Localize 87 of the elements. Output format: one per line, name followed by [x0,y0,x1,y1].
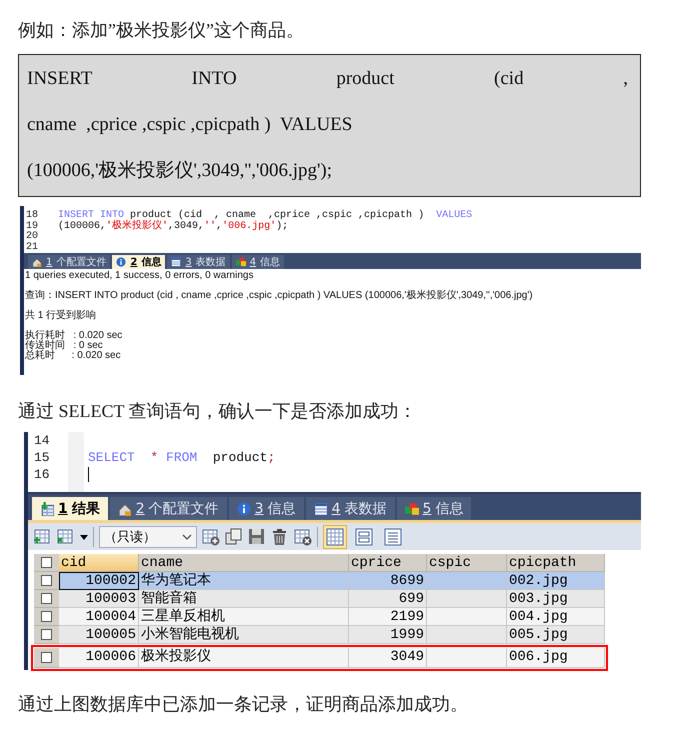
chevron-icon [182,532,192,542]
table-row[interactable]: 100003 智能音箱 699 003.jpg [34,590,605,608]
table-cell: 小米智能电视机 [139,626,349,644]
checkbox[interactable] [41,611,52,622]
table-icon [171,257,182,267]
table-cell: 100005 [59,626,139,644]
line-number: 21 [25,242,40,253]
line-number: 19 [25,222,40,232]
code-token: ); [276,222,288,232]
message-line: 共 1 行受到影响 [25,311,98,321]
table-row[interactable]: 100006 极米投影仪 3049 006.jpg [31,645,608,671]
column-header[interactable]: cname [139,554,349,572]
paragraph: 通过 SELECT 查询语句，确认一下是否添加成功： [18,400,418,423]
grid-x-icon[interactable] [294,528,312,546]
code-token: INSERT INTO [58,211,124,221]
table-cell: 1999 [349,626,427,644]
info-icon [116,257,126,267]
table-row[interactable]: 100004 三星单反相机 2199 004.jpg [34,608,605,626]
checkbox[interactable] [41,629,52,640]
tab[interactable]: 3 表数据 [167,255,230,269]
checkbox[interactable] [41,557,52,568]
table-cell: 3049 [349,648,427,668]
info-icon [236,502,251,516]
code-line: (100006,'极米投影仪',3049,'','006.jpg'); [27,159,334,183]
line-number: 16 [33,466,51,483]
house-icon [32,257,42,267]
checkbox[interactable] [41,652,52,663]
code-token: ; [267,449,276,466]
grid-copy-icon[interactable] [57,528,75,546]
code-line: cname ,cprice ,cspic ,cpicpath ) VALUES [27,113,354,137]
code-token: * [149,449,158,466]
column-header[interactable]: cid [59,554,139,572]
line-number: 20 [25,232,40,242]
message-line: 查询：INSERT INTO product (cid , cname ,cprice ,cspic ,cpicpath ) VALUES (100006,'极米投影仪',3049,'','006.jpg') [25,291,534,301]
line-number: 18 [25,211,40,221]
code-token: '' [204,222,216,232]
table-cell: 极米投影仪 [139,648,349,668]
table-cell: 100006 [59,648,139,668]
code-token: product [212,449,268,466]
tab[interactable]: 3 信息 [228,497,304,520]
table-arrow-icon [40,502,54,516]
save-icon[interactable] [248,528,266,546]
dropdown[interactable]: （只读） [99,526,197,548]
code-token: FROM [165,449,198,466]
paragraph: 通过上图数据库中已添加一条记录，证明商品添加成功。 [18,693,469,716]
code-token: VALUES [436,211,472,222]
column-header[interactable]: cpicpath [507,554,605,572]
copy-icon[interactable] [225,528,243,546]
code-line: INSERT INTO product (cid , [27,67,628,91]
paragraph: 例如：添加”极米投影仪”这个商品。 [18,19,305,42]
message-line: 1 queries executed, 1 success, 0 errors, 0 warnings [25,271,254,281]
code-token: (100006, [58,222,106,232]
code-token: , [216,222,222,232]
message-line: 传送时间 : 0 sec [25,341,104,351]
tab[interactable]: 4 表数据 [306,497,395,520]
house-icon [118,502,132,516]
grid-plus-icon[interactable] [34,528,52,546]
code-token: ,3049, [168,222,204,232]
line-number: 15 [33,449,51,466]
tab[interactable]: 2 信息 [112,255,166,269]
tab[interactable]: 1 个配置文件 [28,255,110,269]
tab[interactable]: 4 信息 [232,255,284,269]
tab[interactable]: 1 结果 [32,497,108,520]
table-cell: 006.jpg [507,648,605,668]
table-icon [314,502,328,516]
code-token: product (cid , cname ,cprice ,cspic ,cpicpath ) [130,211,426,221]
trash-icon[interactable] [271,528,289,546]
checkbox[interactable] [41,593,52,604]
tab[interactable]: 2 个配置文件 [110,497,227,520]
message-line: 执行耗时 : 0.020 sec [25,331,124,341]
column-header[interactable]: cprice [349,554,427,572]
table-row[interactable]: 100005 小米智能电视机 1999 005.jpg [34,626,605,644]
grid-view-icon[interactable] [323,524,347,548]
table-cell: 100002 [59,572,139,590]
message-line: 总耗时 : 0.020 sec [25,351,122,361]
squares-icon [236,257,246,267]
grid-plus-icon[interactable] [202,528,220,546]
table-row[interactable]: 100002 华为笔记本 8699 002.jpg [34,572,605,590]
line-number: 14 [33,432,51,449]
column-header[interactable]: cspic [427,554,507,572]
code-token: '极米投影仪' [106,222,168,232]
squares-icon [404,502,419,516]
tab[interactable]: 5 信息 [396,497,472,520]
code-token: SELECT [88,449,135,466]
checkbox[interactable] [41,575,52,586]
code-token: '006.jpg' [222,222,276,232]
table-cell: 005.jpg [507,626,605,644]
